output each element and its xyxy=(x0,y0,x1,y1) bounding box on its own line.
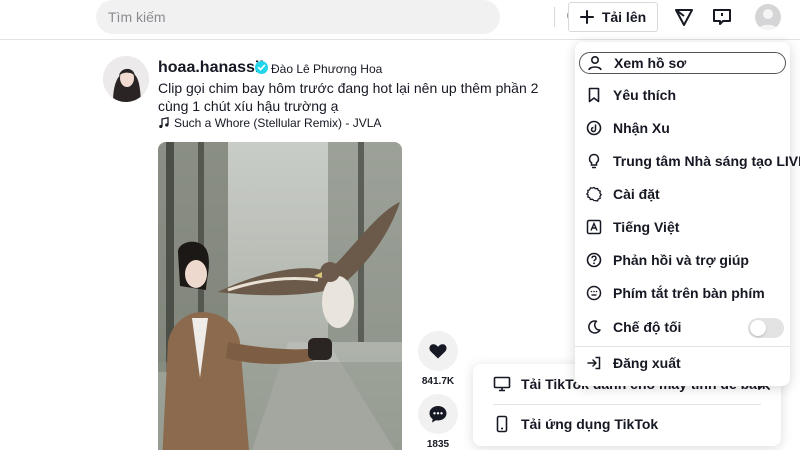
download-app-label: Tải ứng dụng TikTok xyxy=(521,416,659,432)
menu-item-logout[interactable]: Đăng xuất xyxy=(579,348,786,378)
menu-item-favorites[interactable]: Yêu thích xyxy=(579,80,786,110)
menu-item-label: Nhận Xu xyxy=(613,120,670,136)
language-icon xyxy=(585,218,603,236)
comment-count: 1835 xyxy=(426,439,450,450)
like-count: 841.7K xyxy=(421,376,455,387)
menu-item-label: Đăng xuất xyxy=(613,355,681,371)
phone-icon xyxy=(496,415,508,433)
gear-icon xyxy=(585,185,603,203)
user-icon xyxy=(586,54,604,72)
menu-item-keyboard-shortcuts[interactable]: Phím tắt trên bàn phím xyxy=(579,278,786,308)
menu-item-label: Phím tắt trên bàn phím xyxy=(613,285,765,301)
coin-icon xyxy=(585,119,603,137)
video-frame xyxy=(158,142,402,450)
menu-item-feedback-help[interactable]: Phản hồi và trợ giúp xyxy=(579,245,786,275)
plus-icon xyxy=(579,10,594,24)
messages-button[interactable] xyxy=(710,5,734,29)
bulb-icon xyxy=(585,152,603,170)
profile-dropdown-menu: Xem hồ sơ Yêu thích Nhận Xu Trung tâm Nh… xyxy=(575,42,800,386)
send-filter-button[interactable] xyxy=(672,5,696,29)
music-title: Such a Whore (Stellular Remix) - JVLA xyxy=(174,116,382,130)
search-divider xyxy=(554,7,555,27)
toggle-knob xyxy=(750,320,766,336)
post-music[interactable]: Such a Whore (Stellular Remix) - JVLA xyxy=(158,116,381,130)
post-username[interactable]: hoaa.hanassii xyxy=(158,59,264,77)
video-player[interactable] xyxy=(158,142,402,450)
download-app-link[interactable]: Tải ứng dụng TikTok xyxy=(493,412,658,436)
menu-item-label: Trung tâm Nhà sáng tạo LIVE xyxy=(613,153,800,169)
search-bar xyxy=(96,0,583,34)
menu-item-settings[interactable]: Cài đặt xyxy=(579,179,786,209)
menu-item-label: Chế độ tối xyxy=(613,319,682,335)
comment-button[interactable] xyxy=(418,394,458,434)
menu-item-label: Yêu thích xyxy=(613,87,677,103)
menu-divider xyxy=(575,346,790,347)
popup-divider xyxy=(493,404,761,405)
menu-item-label: Xem hồ sơ xyxy=(614,55,687,71)
menu-item-live-creator-center[interactable]: Trung tâm Nhà sáng tạo LIVE xyxy=(579,146,800,176)
upload-button[interactable]: Tải lên xyxy=(568,2,658,32)
heart-icon xyxy=(429,344,447,359)
verified-badge-icon xyxy=(255,61,268,74)
menu-item-label: Tiếng Việt xyxy=(613,219,680,235)
bookmark-icon xyxy=(585,86,603,104)
message-icon xyxy=(713,9,731,25)
menu-item-language[interactable]: Tiếng Việt xyxy=(579,212,786,242)
menu-item-label: Phản hồi và trợ giúp xyxy=(613,252,749,268)
post-caption: Clip gọi chim bay hôm trước đang hot lại… xyxy=(158,80,539,114)
top-header: Tải lên xyxy=(0,0,800,40)
logout-icon xyxy=(585,354,603,372)
menu-item-view-profile[interactable]: Xem hồ sơ xyxy=(579,52,786,74)
desktop-icon xyxy=(493,376,511,392)
like-button[interactable] xyxy=(418,331,458,371)
post-author-avatar[interactable] xyxy=(103,56,149,102)
profile-avatar[interactable] xyxy=(755,4,781,30)
send-filter-icon xyxy=(675,9,693,26)
upload-label: Tải lên xyxy=(601,9,647,25)
moon-icon xyxy=(585,318,603,336)
author-photo xyxy=(103,56,149,102)
post-nickname: Đào Lê Phương Hoa xyxy=(271,62,383,76)
dark-mode-toggle[interactable] xyxy=(748,318,784,338)
menu-item-label: Cài đặt xyxy=(613,186,660,202)
comment-icon xyxy=(429,406,447,423)
help-icon xyxy=(585,251,603,269)
avatar-placeholder-icon xyxy=(758,9,778,30)
keyboard-icon xyxy=(585,284,603,302)
music-note-icon xyxy=(159,117,169,129)
search-input[interactable] xyxy=(108,0,448,34)
menu-item-get-coins[interactable]: Nhận Xu xyxy=(579,113,786,143)
